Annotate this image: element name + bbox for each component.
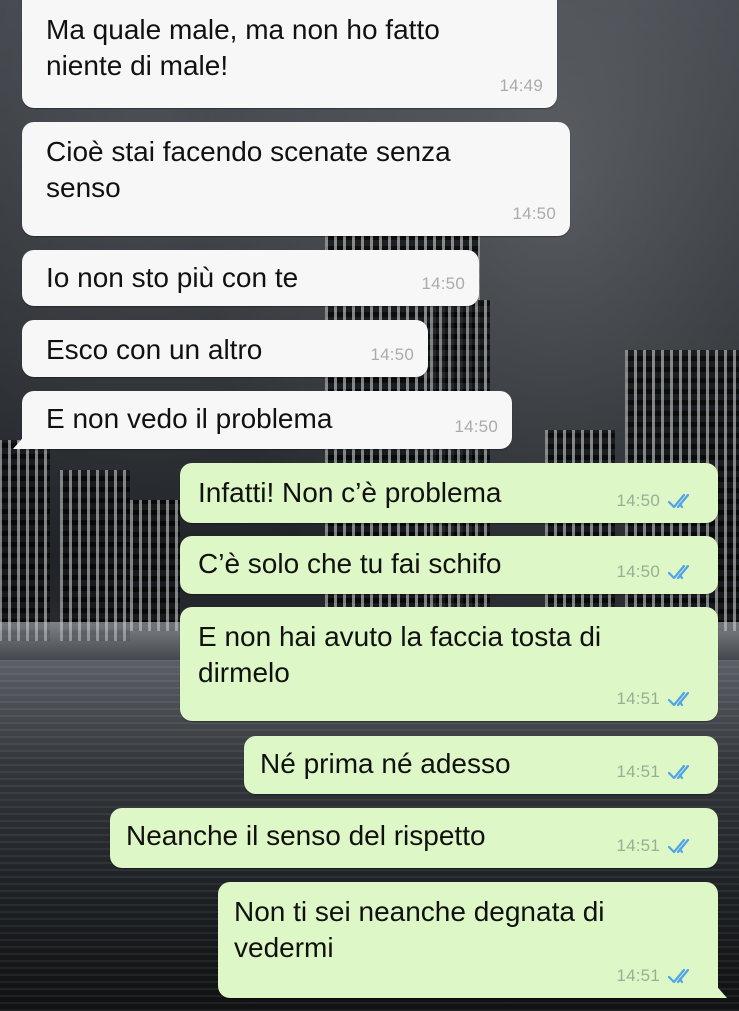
message-meta: 14:50: [512, 196, 556, 232]
message-bubble-outgoing[interactable]: Neanche il senso del rispetto 14:51: [110, 808, 718, 868]
double-check-icon: [668, 493, 690, 509]
message-meta: 14:50: [421, 266, 465, 302]
message-meta: 14:50: [454, 409, 498, 445]
bubble-tail: [13, 433, 27, 449]
message-text: Esco con un altro: [46, 334, 263, 365]
double-check-icon: [668, 968, 690, 984]
message-meta: 14:50: [616, 554, 698, 590]
message-meta: 14:51: [616, 828, 698, 864]
message-meta: 14:49: [499, 68, 543, 104]
message-bubble-incoming[interactable]: Esco con un altro 14:50: [22, 320, 428, 377]
message-text: Io non sto più con te: [46, 262, 299, 293]
message-bubble-outgoing[interactable]: C’è solo che tu fai schifo 14:50: [180, 536, 718, 594]
double-check-icon: [668, 691, 690, 707]
message-bubble-outgoing[interactable]: Non ti sei neanche degnata di vedermi 14…: [218, 882, 727, 998]
message-time: 14:50: [421, 274, 465, 293]
message-text: Neanche il senso del rispetto: [126, 820, 486, 851]
message-time: 14:51: [616, 762, 660, 781]
message-bubble-outgoing[interactable]: Né prima né adesso 14:51: [244, 736, 718, 794]
message-bubble-incoming[interactable]: E non vedo il problema 14:50: [13, 391, 512, 449]
message-bubble-incoming[interactable]: Io non sto più con te 14:50: [22, 250, 479, 306]
bubble-tail: [713, 982, 727, 998]
message-text: Cioè stai facendo scenate senza senso: [46, 136, 451, 203]
message-list[interactable]: Ma quale male, ma non ho fatto niente di…: [0, 0, 739, 1011]
message-bubble-outgoing[interactable]: Infatti! Non c’è problema 14:50: [180, 463, 718, 523]
message-time: 14:50: [370, 345, 414, 364]
message-meta: 14:51: [616, 681, 698, 717]
message-time: 14:50: [454, 417, 498, 436]
message-bubble-outgoing[interactable]: E non hai avuto la faccia tosta di dirme…: [180, 607, 718, 721]
message-text: Ma quale male, ma non ho fatto niente di…: [46, 14, 440, 81]
message-time: 14:51: [616, 966, 660, 985]
double-check-icon: [668, 838, 690, 854]
message-meta: 14:50: [370, 337, 414, 373]
message-bubble-incoming[interactable]: Cioè stai facendo scenate senza senso 14…: [22, 122, 570, 236]
message-time: 14:51: [616, 689, 660, 708]
message-text: Non ti sei neanche degnata di vedermi: [234, 896, 605, 963]
message-text: E non vedo il problema: [46, 403, 333, 434]
message-time: 14:51: [616, 836, 660, 855]
double-check-icon: [668, 764, 690, 780]
message-time: 14:50: [512, 204, 556, 223]
message-bubble-incoming[interactable]: Ma quale male, ma non ho fatto niente di…: [22, 0, 557, 108]
message-time: 14:49: [499, 76, 543, 95]
double-check-icon: [668, 564, 690, 580]
message-meta: 14:51: [616, 958, 698, 994]
message-meta: 14:51: [616, 754, 698, 790]
message-time: 14:50: [616, 491, 660, 510]
message-meta: 14:50: [616, 483, 698, 519]
message-time: 14:50: [616, 562, 660, 581]
